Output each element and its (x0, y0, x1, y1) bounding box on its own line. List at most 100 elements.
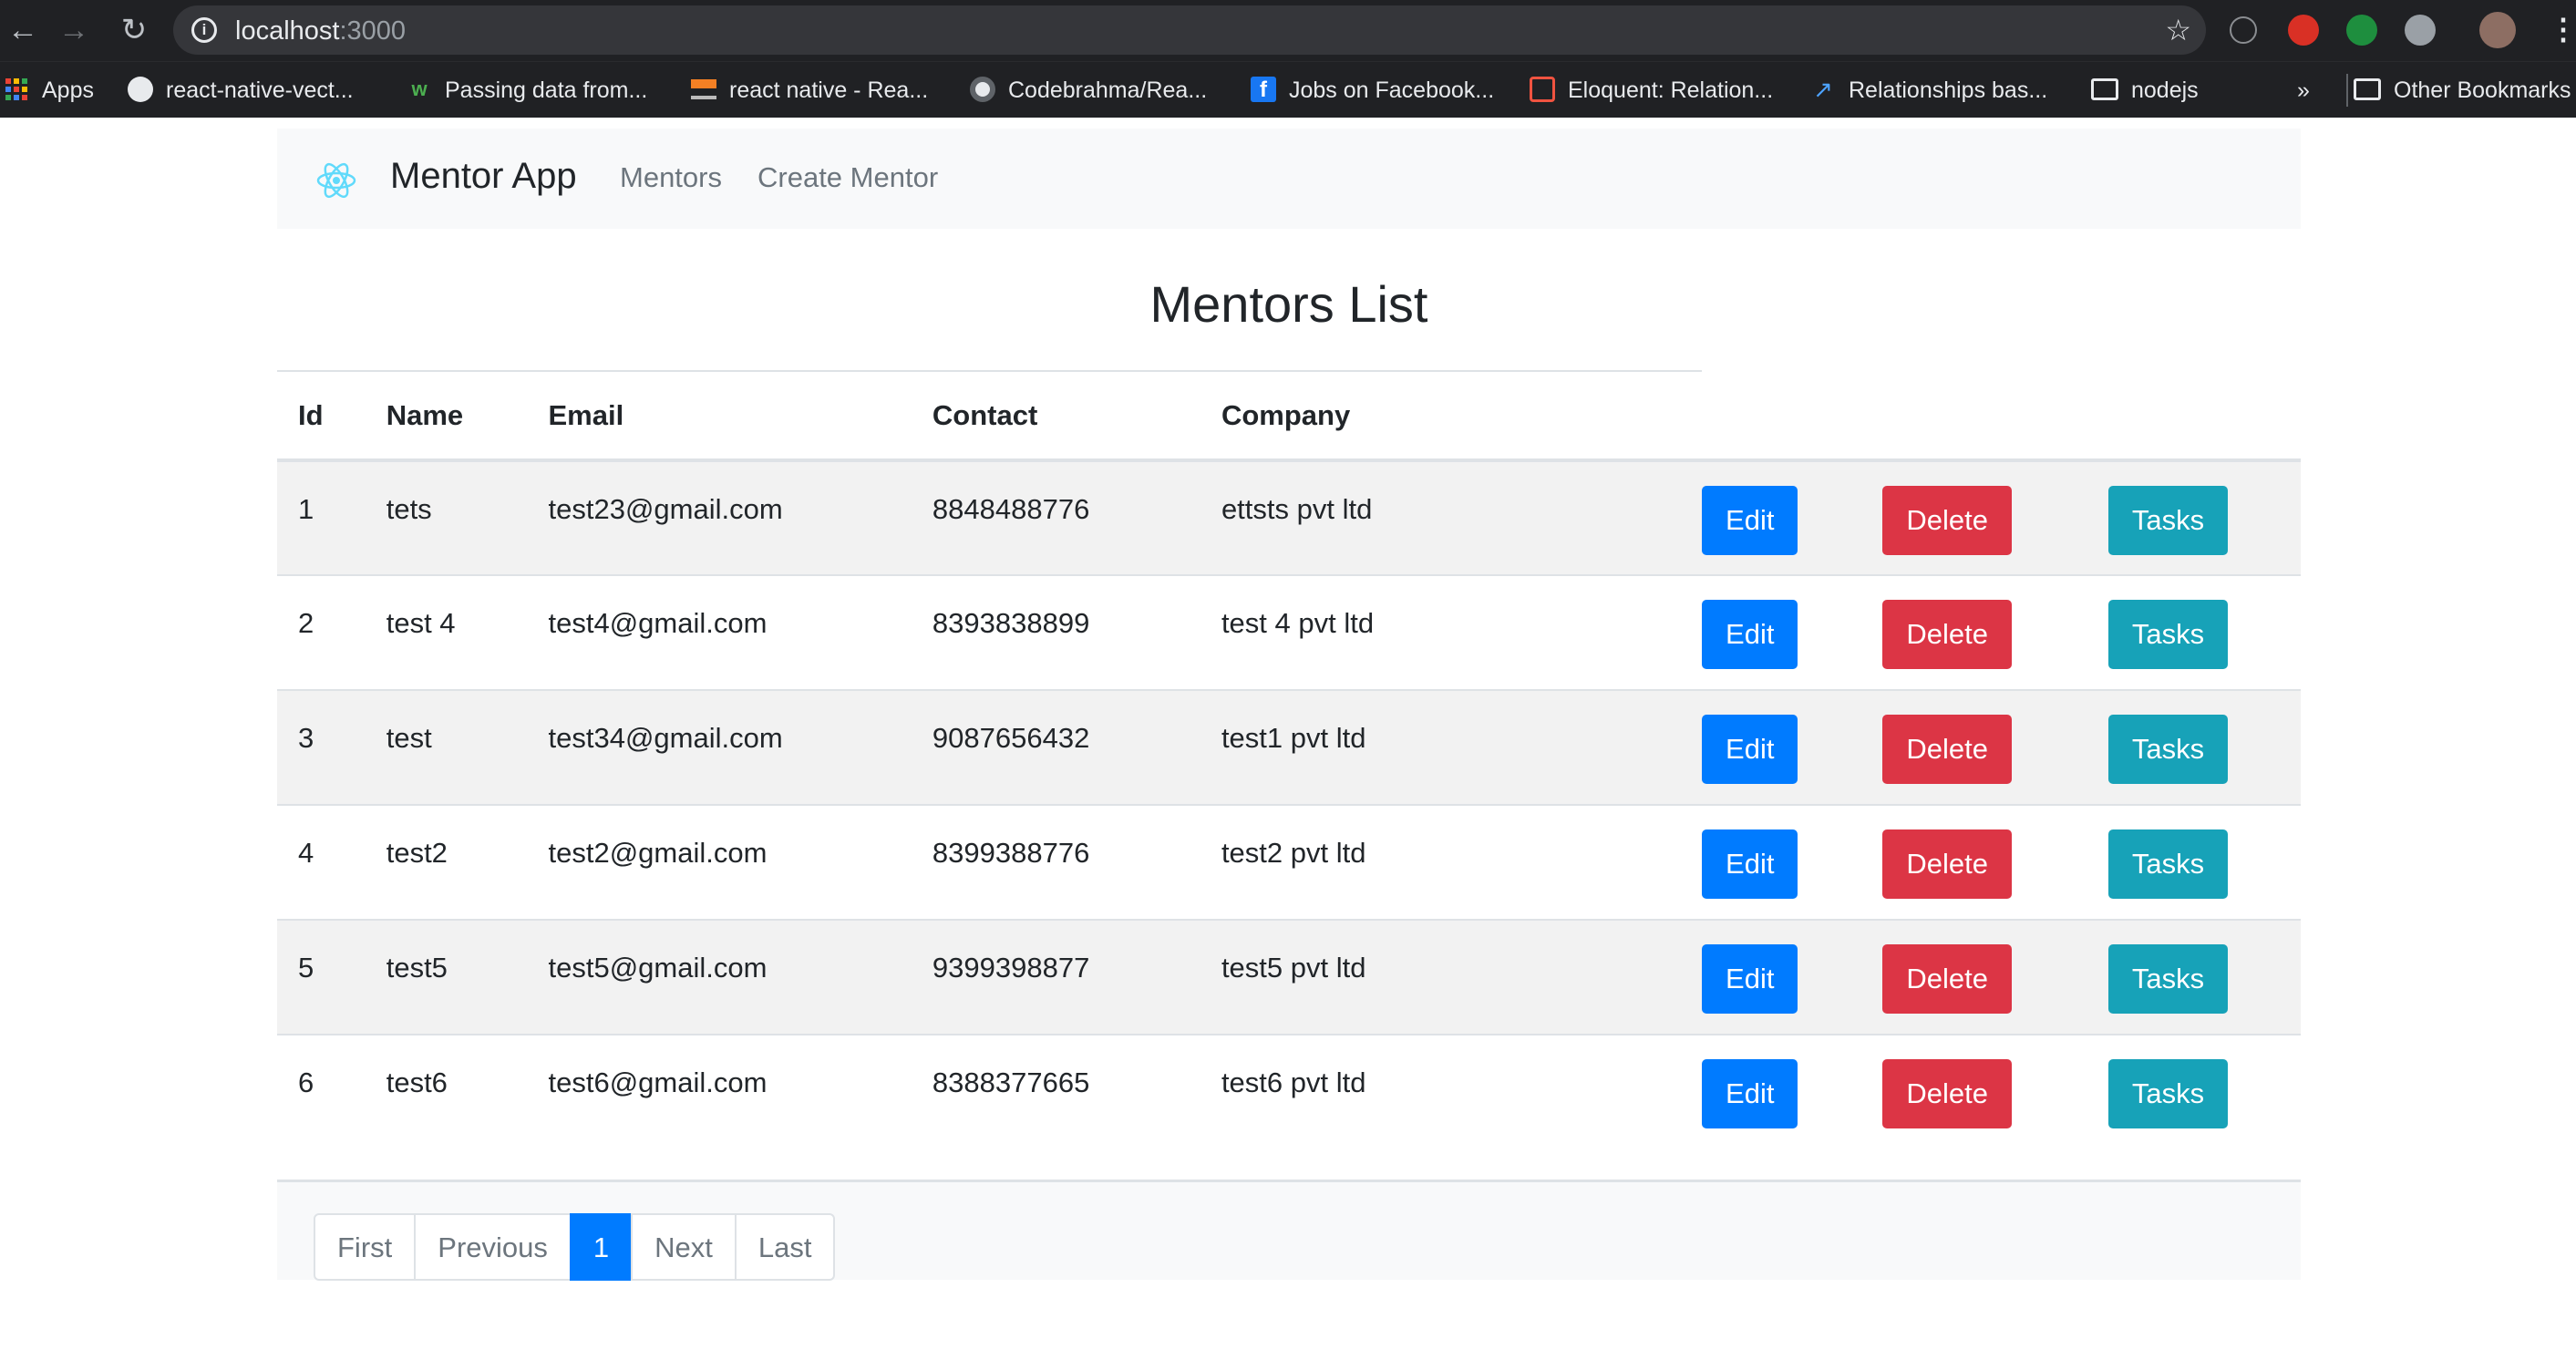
table-row: 4 test2 test2@gmail.com 8399388776 test2… (277, 804, 2301, 920)
search-extension-icon[interactable] (2346, 15, 2377, 46)
delete-button[interactable]: Delete (1882, 944, 2012, 1014)
nav-link-mentors[interactable]: Mentors (620, 161, 722, 194)
cell-company: test5 pvt ltd (1200, 919, 1703, 1035)
address-url[interactable]: localhost:3000 (235, 16, 406, 46)
column-header-tasks (2107, 371, 2301, 462)
delete-button[interactable]: Delete (1882, 829, 2012, 899)
cell-delete: Delete (1882, 1034, 2108, 1149)
bookmark-relationships[interactable]: ↗ Relationships bas... (1810, 74, 2047, 107)
cell-edit: Edit (1702, 689, 1883, 805)
app-navbar: Mentor App Mentors Create Mentor (277, 129, 2301, 229)
pagination-first[interactable]: First (314, 1213, 417, 1281)
pagination-last[interactable]: Last (734, 1213, 836, 1281)
cell-tasks: Tasks (2107, 919, 2301, 1035)
info-icon[interactable]: i (191, 17, 217, 43)
delete-button[interactable]: Delete (1882, 600, 2012, 669)
cell-id: 5 (277, 919, 366, 1035)
pagination-next[interactable]: Next (631, 1213, 737, 1281)
bookmark-label: Jobs on Facebook... (1289, 77, 1495, 103)
mentors-table: Id Name Email Contact Company 1 tets tes… (277, 370, 2301, 1149)
forward-arrow-icon[interactable]: → (51, 7, 97, 53)
cell-contact: 9399398877 (911, 919, 1200, 1035)
edit-button[interactable]: Edit (1702, 829, 1798, 899)
bookmark-codebrahma[interactable]: Codebrahma/Rea... (970, 74, 1207, 107)
table-body: 1 tets test23@gmail.com 8848488776 ettst… (277, 459, 2301, 1149)
bookmarks-bar: Apps react-native-vect... w Passing data … (0, 61, 2576, 118)
globe-icon (128, 77, 153, 103)
cell-email: test5@gmail.com (527, 919, 912, 1035)
table-footer: First Previous 1 Next Last (277, 1180, 2301, 1281)
cell-delete: Delete (1882, 574, 2108, 690)
cell-id: 3 (277, 689, 366, 805)
nav-link-create-mentor[interactable]: Create Mentor (757, 161, 938, 194)
cell-contact: 8388377665 (911, 1034, 1200, 1149)
bookmark-nodejs-folder[interactable]: nodejs (2091, 74, 2199, 107)
bookmark-label: Passing data from... (445, 77, 648, 103)
tasks-button[interactable]: Tasks (2107, 486, 2229, 555)
address-bar[interactable]: i localhost:3000 ☆ (173, 5, 2206, 55)
table-row: 2 test 4 test4@gmail.com 8393838899 test… (277, 574, 2301, 690)
w3schools-icon: w (411, 77, 428, 101)
cell-tasks: Tasks (2107, 1034, 2301, 1149)
bookmark-react-native-stackoverflow[interactable]: react native - Rea... (691, 74, 928, 107)
page-title: Mentors List (1149, 275, 1428, 333)
pagination: First Previous 1 Next Last (314, 1213, 836, 1281)
tasks-button[interactable]: Tasks (2107, 829, 2229, 899)
column-header-company: Company (1200, 370, 1703, 462)
bookmark-jobs-facebook[interactable]: f Jobs on Facebook... (1251, 74, 1494, 107)
bookmark-react-native-vector[interactable]: react-native-vect... (128, 74, 354, 107)
bookmark-passing-data[interactable]: w Passing data from... (407, 74, 647, 107)
bookmark-star-icon[interactable]: ☆ (2165, 13, 2191, 47)
cell-name: test6 (365, 1034, 528, 1149)
bookmark-icon: ↗ (1813, 76, 1833, 104)
cell-id: 1 (277, 459, 366, 575)
edit-button[interactable]: Edit (1702, 600, 1798, 669)
avatar[interactable] (2479, 12, 2516, 48)
pagination-previous[interactable]: Previous (414, 1213, 572, 1281)
other-bookmarks[interactable]: Other Bookmarks (2346, 74, 2571, 107)
cell-contact: 8399388776 (911, 804, 1200, 920)
menu-kebab-icon[interactable]: ⋮ (2549, 11, 2576, 47)
delete-button[interactable]: Delete (1882, 715, 2012, 784)
tasks-button[interactable]: Tasks (2107, 1059, 2229, 1128)
url-port: :3000 (339, 16, 407, 46)
edit-button[interactable]: Edit (1702, 715, 1798, 784)
cell-company: test 4 pvt ltd (1200, 574, 1703, 690)
bookmark-label: react native - Rea... (729, 77, 929, 103)
cell-tasks: Tasks (2107, 459, 2301, 575)
edit-button[interactable]: Edit (1702, 944, 1798, 1014)
cell-company: test2 pvt ltd (1200, 804, 1703, 920)
tasks-button[interactable]: Tasks (2107, 715, 2229, 784)
cell-email: test34@gmail.com (527, 689, 912, 805)
back-arrow-icon[interactable]: ← (0, 7, 46, 53)
cell-tasks: Tasks (2107, 689, 2301, 805)
navbar-brand[interactable]: Mentor App (390, 156, 577, 197)
edit-button[interactable]: Edit (1702, 486, 1798, 555)
bookmark-label: react-native-vect... (166, 77, 354, 103)
apps-grid-icon (5, 78, 27, 101)
globe-extension-icon[interactable] (2405, 15, 2436, 46)
cell-edit: Edit (1702, 1034, 1883, 1149)
cell-edit: Edit (1702, 919, 1883, 1035)
bookmark-eloquent[interactable]: Eloquent: Relation... (1530, 74, 1773, 107)
cell-tasks: Tasks (2107, 574, 2301, 690)
bookmark-apps[interactable]: Apps (5, 74, 94, 107)
ad-blocker-extension-icon[interactable] (2288, 15, 2319, 46)
pagination-current-page[interactable]: 1 (569, 1213, 634, 1281)
tasks-button[interactable]: Tasks (2107, 600, 2229, 669)
cell-email: test4@gmail.com (527, 574, 912, 690)
delete-button[interactable]: Delete (1882, 486, 2012, 555)
tasks-button[interactable]: Tasks (2107, 944, 2229, 1014)
reload-icon[interactable]: ↻ (111, 7, 157, 53)
cell-tasks: Tasks (2107, 804, 2301, 920)
folder-icon (2354, 78, 2381, 101)
extension-icon[interactable] (2230, 16, 2257, 44)
edit-button[interactable]: Edit (1702, 1059, 1798, 1128)
column-header-edit (1702, 371, 1883, 462)
bookmarks-overflow-button[interactable]: » (2297, 74, 2310, 107)
folder-icon (2091, 78, 2118, 101)
react-logo-icon[interactable] (315, 160, 357, 201)
column-header-contact: Contact (911, 370, 1200, 462)
column-header-email: Email (527, 370, 912, 462)
delete-button[interactable]: Delete (1882, 1059, 2012, 1128)
